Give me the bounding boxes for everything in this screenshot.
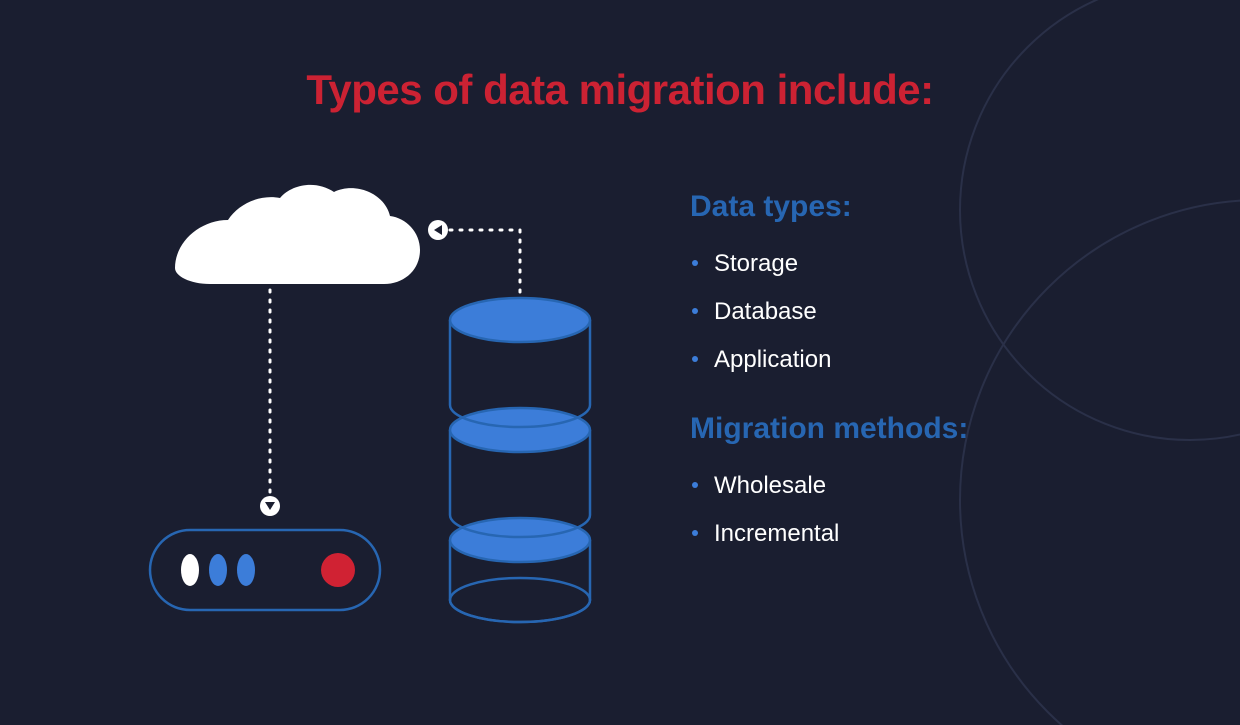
list-item: Database [690, 288, 1130, 336]
list-item: Application [690, 336, 1130, 384]
list-item: Incremental [690, 510, 1130, 558]
arrow-left-icon [428, 220, 520, 292]
list-item: Storage [690, 240, 1130, 288]
arrow-down-icon [260, 290, 280, 516]
server-icon [150, 530, 380, 610]
page-title: Types of data migration include: [0, 66, 1240, 114]
cloud-icon [175, 185, 420, 284]
section-title-data-types: Data types: [690, 190, 1130, 224]
migration-diagram [120, 170, 620, 670]
list-item: Wholesale [690, 462, 1130, 510]
section-title-migration-methods: Migration methods: [690, 412, 1130, 446]
data-types-list: Storage Database Application [690, 240, 1130, 384]
text-panel: Data types: Storage Database Application… [690, 190, 1130, 586]
migration-methods-list: Wholesale Incremental [690, 462, 1130, 558]
database-stack-icon [450, 298, 590, 622]
